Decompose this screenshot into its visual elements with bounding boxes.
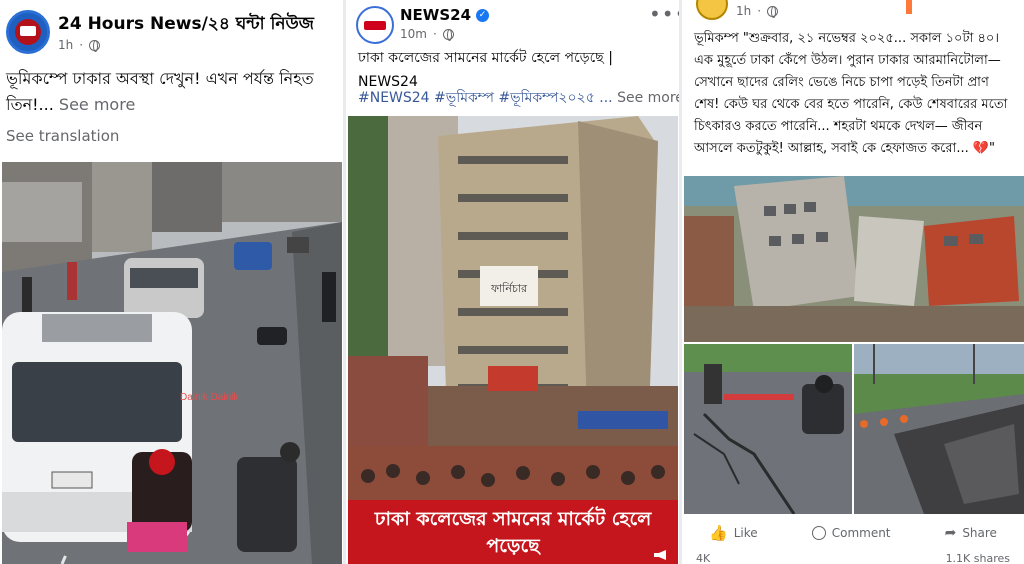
post-body: ভূমিকম্পে ঢাকার অবস্থা দেখুন! এখন পর্যন্… <box>6 69 314 114</box>
post-meta: 10m · <box>400 27 454 41</box>
screenshot-collage: 24 Hours News/২৪ ঘন্টা নিউজ 1h · ভূমিকম্… <box>0 0 1024 564</box>
orange-marker-icon <box>906 0 912 14</box>
road-crack-scene <box>854 344 1024 514</box>
globe-icon <box>442 28 454 41</box>
hashtags[interactable]: #NEWS24 #ভূমিকম্প #ভূমিকম্প২০২৫ ... <box>358 90 613 106</box>
reaction-stats: 4K 1.1K shares <box>696 552 1010 564</box>
verified-badge-icon: ✓ <box>476 8 490 22</box>
ellipsis-icon[interactable]: ••• <box>649 2 679 26</box>
post-time[interactable]: 1h <box>736 4 751 18</box>
post-card-24hours: 24 Hours News/২৪ ঘন্টা নিউজ 1h · ভূমিকম্… <box>0 0 343 564</box>
action-bar: 👍 Like Comment ➦ Share <box>682 520 1024 546</box>
page-name[interactable]: NEWS24 <box>400 6 471 24</box>
comment-label: Comment <box>831 526 891 540</box>
building-scene: ফার্নিচার <box>348 116 678 564</box>
post-photo-building[interactable]: ফার্নিচার ঢাকা কলেজের সামনের মার্কেট হেল… <box>348 116 678 564</box>
page-name-wrap: NEWS24 ✓ <box>400 6 490 24</box>
post-photo-street[interactable]: Dainik Dainik <box>2 162 342 564</box>
see-more-link[interactable]: See more <box>59 95 135 114</box>
building-sign: ফার্নিচার <box>490 282 528 295</box>
see-more-link[interactable]: See more <box>617 90 679 106</box>
like-button[interactable]: 👍 Like <box>709 524 758 542</box>
share-label: Share <box>962 526 997 540</box>
post-text: ভূমিকম্পে ঢাকার অবস্থা দেখুন! এখন পর্যন্… <box>6 66 336 118</box>
see-translation-link[interactable]: See translation <box>6 124 119 148</box>
like-label: Like <box>733 526 758 540</box>
globe-icon <box>767 5 779 18</box>
shares-count[interactable]: 1.1K shares <box>946 552 1010 564</box>
share-button[interactable]: ➦ Share <box>945 525 997 541</box>
photo-watermark: Dainik Dainik <box>180 392 239 403</box>
share-icon: ➦ <box>944 525 957 541</box>
post-card-news24: NEWS24 ✓ 10m · ••• ঢাকা কলেজের সামনের মা… <box>346 0 679 564</box>
post-time[interactable]: 1h <box>58 38 73 52</box>
post-time[interactable]: 10m <box>400 27 427 41</box>
post-meta: 1h · <box>58 38 101 52</box>
comment-icon <box>811 526 826 540</box>
reactions-count[interactable]: 4K <box>696 552 710 564</box>
post-photo-collapsed-buildings[interactable] <box>684 176 1024 342</box>
post-body: ভূমিকম্প "শুক্রবার, ২১ নভেম্বর ২০২৫... স… <box>694 31 1008 156</box>
page-avatar[interactable] <box>356 6 394 44</box>
page-avatar[interactable] <box>6 10 50 54</box>
thumbs-up-icon: 👍 <box>709 524 728 542</box>
page-name[interactable]: 24 Hours News/২৪ ঘন্টা নিউজ <box>58 11 314 39</box>
street-scene: Dainik Dainik <box>2 162 342 564</box>
globe-icon <box>89 39 101 52</box>
post-hashtags: #NEWS24 #ভূমিকম্প #ভূমিকম্প২০২৫ ... See … <box>358 86 679 110</box>
video-caption: ঢাকা কলেজের সামনের মার্কেট হেলে পড়েছে <box>374 508 652 557</box>
post-photo-bike-crack[interactable] <box>684 344 852 514</box>
post-photo-road-crack[interactable] <box>854 344 1024 514</box>
page-avatar[interactable] <box>696 0 728 20</box>
post-card-anonymous: 1h · ভূমিকম্প "শুক্রবার, ২১ নভেম্বর ২০২৫… <box>682 0 1024 564</box>
comment-button[interactable]: Comment <box>811 526 891 540</box>
bike-crack-scene <box>684 344 852 514</box>
post-meta: 1h · <box>736 4 779 18</box>
collapsed-buildings-scene <box>684 176 1024 342</box>
